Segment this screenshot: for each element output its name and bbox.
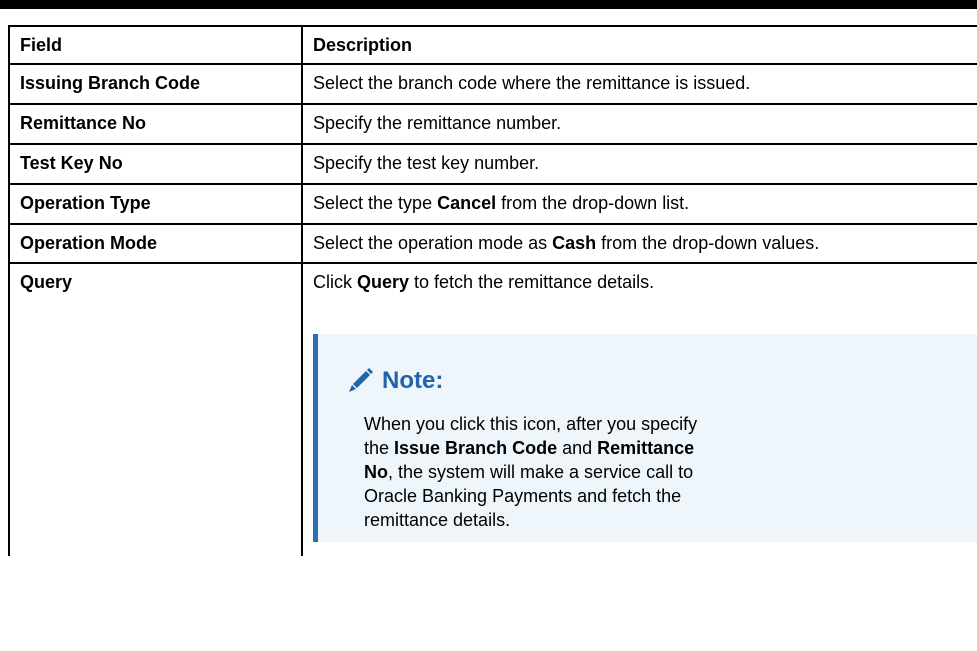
description-text: Select the type [313, 193, 438, 213]
field-description-table: Field Description Issuing Branch Code Se… [8, 25, 977, 556]
field-description: Specify the test key number. [301, 143, 977, 185]
note-keyword: Issue Branch Code [394, 438, 558, 458]
field-name: Issuing Branch Code [8, 63, 303, 105]
field-name: Query [8, 262, 303, 556]
table-row: Issuing Branch Code Select the branch co… [8, 63, 977, 105]
field-name: Operation Mode [8, 223, 303, 264]
header-description: Description [301, 25, 977, 65]
description-text: from the drop-down list. [496, 193, 690, 213]
description-line: Click Query to fetch the remittance deta… [313, 272, 974, 293]
field-name: Remittance No [8, 103, 303, 145]
note-header: Note: [344, 365, 964, 395]
table-row: Operation Mode Select the operation mode… [8, 223, 977, 264]
table-header-row: Field Description [8, 25, 977, 65]
field-name: Test Key No [8, 143, 303, 185]
description-text: to fetch the remittance details. [409, 272, 655, 292]
table-row: Test Key No Specify the test key number. [8, 143, 977, 185]
note-text: , the system will make a service call to… [364, 462, 694, 530]
description-text: from the drop-down values. [596, 233, 820, 253]
description-text: Select the operation mode as [313, 233, 553, 253]
note-title: Note: [382, 366, 444, 394]
field-name: Operation Type [8, 183, 303, 225]
table-row: Remittance No Specify the remittance num… [8, 103, 977, 145]
field-description: Select the operation mode as Cash from t… [301, 223, 977, 264]
description-keyword: Cash [552, 233, 597, 253]
note-body: When you click this icon, after you spec… [364, 412, 704, 532]
description-keyword: Cancel [437, 193, 497, 213]
field-description: Specify the remittance number. [301, 103, 977, 145]
field-description: Select the type Cancel from the drop-dow… [301, 183, 977, 225]
document-page: Field Description Issuing Branch Code Se… [0, 0, 977, 651]
pencil-icon [344, 365, 374, 395]
field-description: Select the branch code where the remitta… [301, 63, 977, 105]
note-text: and [557, 438, 598, 458]
description-keyword: Query [357, 272, 410, 292]
note-box: Note: When you click this icon, after yo… [313, 334, 977, 542]
header-field: Field [8, 25, 303, 65]
table-row: Operation Type Select the type Cancel fr… [8, 183, 977, 225]
description-text: Click [313, 272, 357, 292]
table-row: Query Click Query to fetch the remittanc… [8, 262, 977, 556]
top-rule [0, 0, 977, 9]
field-description: Click Query to fetch the remittance deta… [301, 262, 977, 556]
